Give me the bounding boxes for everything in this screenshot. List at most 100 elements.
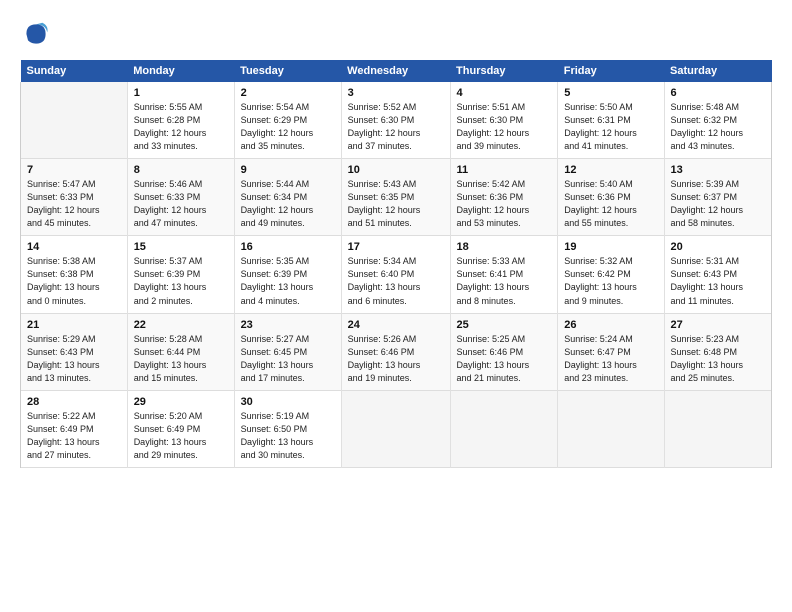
day-number: 30 <box>241 396 335 408</box>
day-cell <box>664 390 771 467</box>
day-cell: 3 Sunrise: 5:52 AM Sunset: 6:30 PM Daylig… <box>341 82 450 159</box>
day-number: 14 <box>27 241 121 253</box>
day-cell <box>450 390 558 467</box>
day-number: 4 <box>457 87 552 99</box>
day-number: 1 <box>134 87 228 99</box>
day-info: Sunrise: 5:40 AM Sunset: 6:36 PM Dayligh… <box>564 178 657 230</box>
day-number: 9 <box>241 164 335 176</box>
day-number: 26 <box>564 319 657 331</box>
week-row-2: 7Sunrise: 5:47 AM Sunset: 6:33 PM Daylig… <box>21 159 772 236</box>
day-cell: 9 Sunrise: 5:44 AM Sunset: 6:34 PM Daylig… <box>234 159 341 236</box>
week-row-3: 14 Sunrise: 5:38 AM Sunset: 6:38 PM Dayli… <box>21 236 772 313</box>
day-number: 5 <box>564 87 657 99</box>
day-cell: 26 Sunrise: 5:24 AM Sunset: 6:47 PM Dayli… <box>558 313 664 390</box>
day-info: Sunrise: 5:55 AM Sunset: 6:28 PM Dayligh… <box>134 101 228 153</box>
day-info: Sunrise: 5:44 AM Sunset: 6:34 PM Dayligh… <box>241 178 335 230</box>
day-info: Sunrise: 5:22 AM Sunset: 6:49 PM Dayligh… <box>27 410 121 462</box>
day-info: Sunrise: 5:35 AM Sunset: 6:39 PM Dayligh… <box>241 255 335 307</box>
day-number: 28 <box>27 396 121 408</box>
day-number: 17 <box>348 241 444 253</box>
day-info: Sunrise: 5:25 AM Sunset: 6:46 PM Dayligh… <box>457 333 552 385</box>
day-number: 21 <box>27 319 121 331</box>
day-cell: 1 Sunrise: 5:55 AM Sunset: 6:28 PM Daylig… <box>127 82 234 159</box>
day-cell: 21 Sunrise: 5:29 AM Sunset: 6:43 PM Dayli… <box>21 313 128 390</box>
day-cell: 8 Sunrise: 5:46 AM Sunset: 6:33 PM Daylig… <box>127 159 234 236</box>
page: SundayMondayTuesdayWednesdayThursdayFrid… <box>0 0 792 612</box>
day-info: Sunrise: 5:32 AM Sunset: 6:42 PM Dayligh… <box>564 255 657 307</box>
day-cell <box>341 390 450 467</box>
weekday-header-saturday: Saturday <box>664 60 771 82</box>
day-cell: 2Sunrise: 5:54 AM Sunset: 6:29 PM Daylig… <box>234 82 341 159</box>
day-cell: 27 Sunrise: 5:23 AM Sunset: 6:48 PM Dayli… <box>664 313 771 390</box>
day-number: 3 <box>348 87 444 99</box>
day-cell: 22 Sunrise: 5:28 AM Sunset: 6:44 PM Dayli… <box>127 313 234 390</box>
week-row-4: 21 Sunrise: 5:29 AM Sunset: 6:43 PM Dayli… <box>21 313 772 390</box>
day-info: Sunrise: 5:27 AM Sunset: 6:45 PM Dayligh… <box>241 333 335 385</box>
day-info: Sunrise: 5:24 AM Sunset: 6:47 PM Dayligh… <box>564 333 657 385</box>
day-cell: 19 Sunrise: 5:32 AM Sunset: 6:42 PM Dayli… <box>558 236 664 313</box>
weekday-header-row: SundayMondayTuesdayWednesdayThursdayFrid… <box>21 60 772 82</box>
day-info: Sunrise: 5:46 AM Sunset: 6:33 PM Dayligh… <box>134 178 228 230</box>
header <box>20 18 772 50</box>
day-number: 2 <box>241 87 335 99</box>
day-info: Sunrise: 5:37 AM Sunset: 6:39 PM Dayligh… <box>134 255 228 307</box>
day-info: Sunrise: 5:43 AM Sunset: 6:35 PM Dayligh… <box>348 178 444 230</box>
calendar-table: SundayMondayTuesdayWednesdayThursdayFrid… <box>20 60 772 468</box>
day-info: Sunrise: 5:29 AM Sunset: 6:43 PM Dayligh… <box>27 333 121 385</box>
day-number: 19 <box>564 241 657 253</box>
day-cell: 11 Sunrise: 5:42 AM Sunset: 6:36 PM Dayli… <box>450 159 558 236</box>
day-cell: 25 Sunrise: 5:25 AM Sunset: 6:46 PM Dayli… <box>450 313 558 390</box>
day-info: Sunrise: 5:47 AM Sunset: 6:33 PM Dayligh… <box>27 178 121 230</box>
day-cell: 23 Sunrise: 5:27 AM Sunset: 6:45 PM Dayli… <box>234 313 341 390</box>
day-number: 10 <box>348 164 444 176</box>
day-info: Sunrise: 5:23 AM Sunset: 6:48 PM Dayligh… <box>671 333 765 385</box>
day-info: Sunrise: 5:52 AM Sunset: 6:30 PM Dayligh… <box>348 101 444 153</box>
weekday-header-tuesday: Tuesday <box>234 60 341 82</box>
weekday-header-monday: Monday <box>127 60 234 82</box>
day-number: 13 <box>671 164 765 176</box>
day-info: Sunrise: 5:19 AM Sunset: 6:50 PM Dayligh… <box>241 410 335 462</box>
day-cell: 13 Sunrise: 5:39 AM Sunset: 6:37 PM Dayli… <box>664 159 771 236</box>
day-info: Sunrise: 5:26 AM Sunset: 6:46 PM Dayligh… <box>348 333 444 385</box>
logo-icon <box>20 18 52 50</box>
day-info: Sunrise: 5:48 AM Sunset: 6:32 PM Dayligh… <box>671 101 765 153</box>
day-cell: 7Sunrise: 5:47 AM Sunset: 6:33 PM Daylig… <box>21 159 128 236</box>
day-info: Sunrise: 5:28 AM Sunset: 6:44 PM Dayligh… <box>134 333 228 385</box>
day-info: Sunrise: 5:33 AM Sunset: 6:41 PM Dayligh… <box>457 255 552 307</box>
day-number: 24 <box>348 319 444 331</box>
weekday-header-friday: Friday <box>558 60 664 82</box>
day-cell <box>21 82 128 159</box>
logo <box>20 18 58 50</box>
day-number: 18 <box>457 241 552 253</box>
week-row-5: 28 Sunrise: 5:22 AM Sunset: 6:49 PM Dayli… <box>21 390 772 467</box>
day-cell: 15 Sunrise: 5:37 AM Sunset: 6:39 PM Dayli… <box>127 236 234 313</box>
day-number: 12 <box>564 164 657 176</box>
day-number: 27 <box>671 319 765 331</box>
day-number: 6 <box>671 87 765 99</box>
day-info: Sunrise: 5:20 AM Sunset: 6:49 PM Dayligh… <box>134 410 228 462</box>
day-cell: 28 Sunrise: 5:22 AM Sunset: 6:49 PM Dayli… <box>21 390 128 467</box>
day-info: Sunrise: 5:39 AM Sunset: 6:37 PM Dayligh… <box>671 178 765 230</box>
day-number: 8 <box>134 164 228 176</box>
day-number: 25 <box>457 319 552 331</box>
day-number: 15 <box>134 241 228 253</box>
day-cell: 6 Sunrise: 5:48 AM Sunset: 6:32 PM Daylig… <box>664 82 771 159</box>
day-number: 29 <box>134 396 228 408</box>
day-cell: 14 Sunrise: 5:38 AM Sunset: 6:38 PM Dayli… <box>21 236 128 313</box>
day-info: Sunrise: 5:31 AM Sunset: 6:43 PM Dayligh… <box>671 255 765 307</box>
day-number: 16 <box>241 241 335 253</box>
day-info: Sunrise: 5:38 AM Sunset: 6:38 PM Dayligh… <box>27 255 121 307</box>
week-row-1: 1 Sunrise: 5:55 AM Sunset: 6:28 PM Daylig… <box>21 82 772 159</box>
weekday-header-sunday: Sunday <box>21 60 128 82</box>
day-info: Sunrise: 5:51 AM Sunset: 6:30 PM Dayligh… <box>457 101 552 153</box>
day-cell: 12 Sunrise: 5:40 AM Sunset: 6:36 PM Dayli… <box>558 159 664 236</box>
day-cell: 10 Sunrise: 5:43 AM Sunset: 6:35 PM Dayli… <box>341 159 450 236</box>
day-info: Sunrise: 5:42 AM Sunset: 6:36 PM Dayligh… <box>457 178 552 230</box>
day-cell: 30 Sunrise: 5:19 AM Sunset: 6:50 PM Dayli… <box>234 390 341 467</box>
day-number: 23 <box>241 319 335 331</box>
day-number: 22 <box>134 319 228 331</box>
day-number: 11 <box>457 164 552 176</box>
weekday-header-wednesday: Wednesday <box>341 60 450 82</box>
day-cell: 29 Sunrise: 5:20 AM Sunset: 6:49 PM Dayli… <box>127 390 234 467</box>
day-cell: 24 Sunrise: 5:26 AM Sunset: 6:46 PM Dayli… <box>341 313 450 390</box>
